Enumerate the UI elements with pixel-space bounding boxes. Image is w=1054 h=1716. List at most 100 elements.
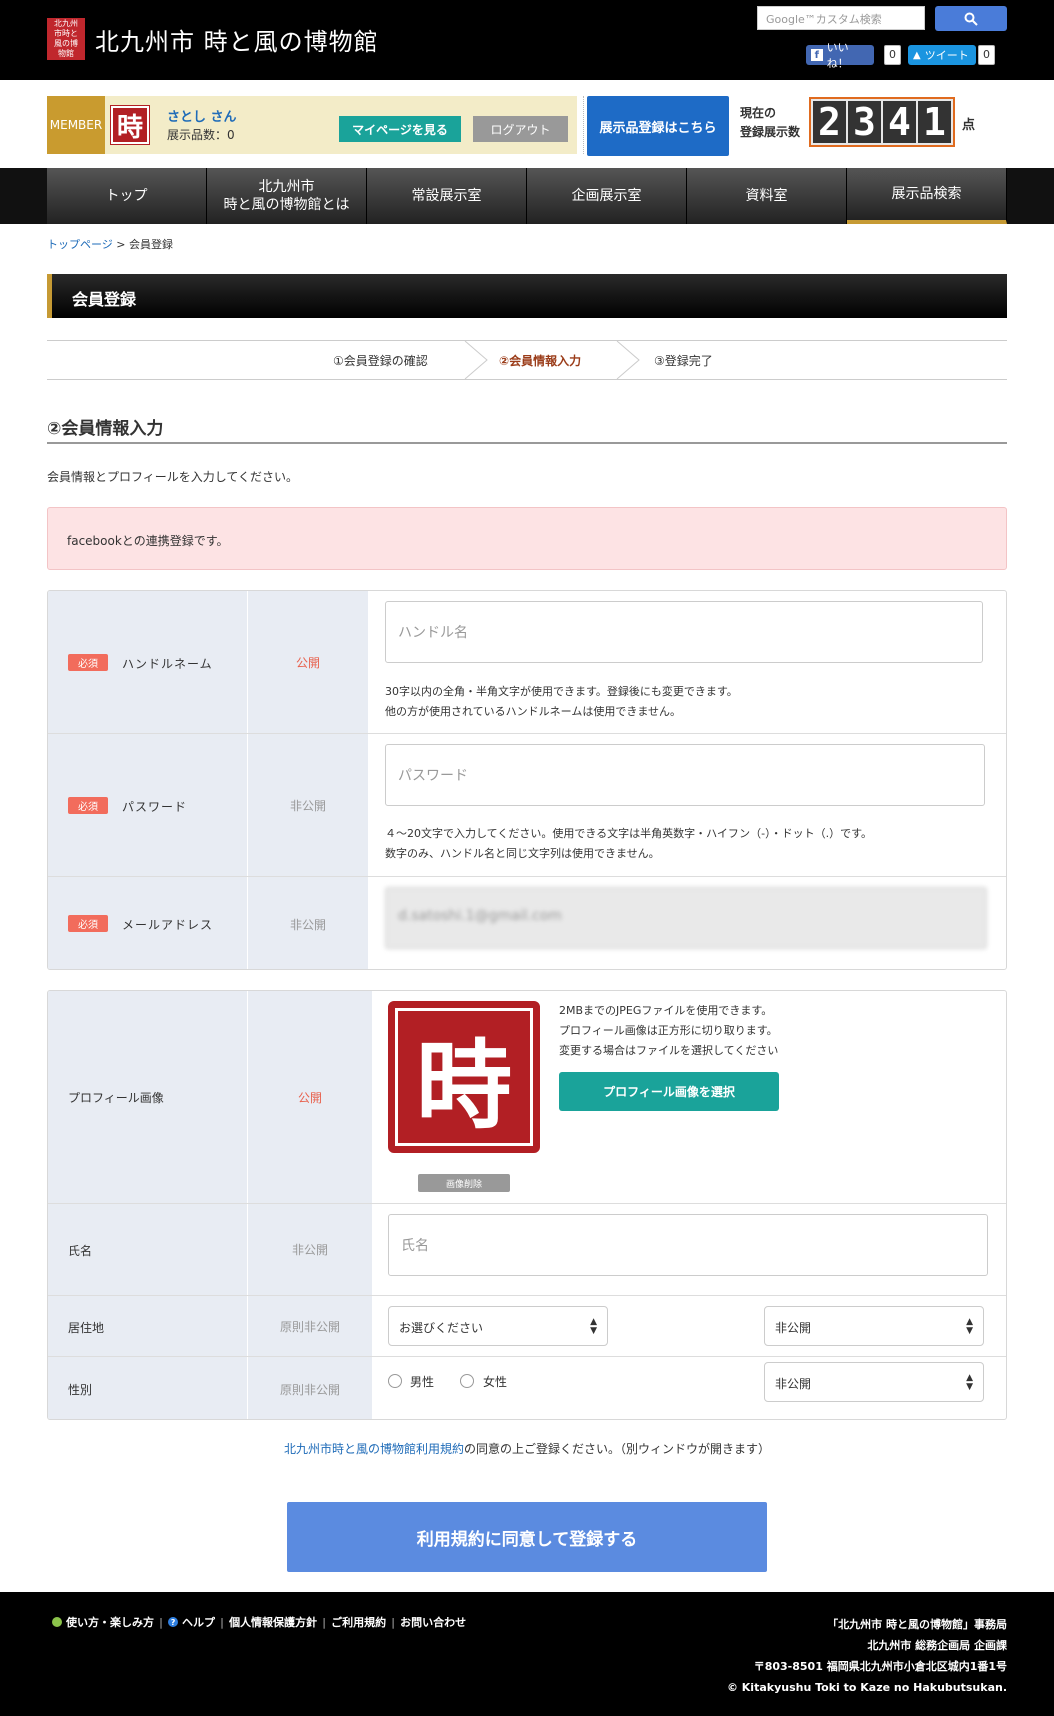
select-arrows-icon: ▲ ▼ — [966, 1373, 973, 1392]
breadcrumb-sep: > — [116, 238, 126, 251]
step-complete: ③登録完了 — [654, 353, 713, 368]
member-tag: MEMBER — [47, 96, 105, 154]
footer-link-contact[interactable]: お問い合わせ — [400, 1614, 466, 1630]
search-icon — [964, 12, 978, 26]
counter-digit: 2 — [813, 100, 846, 144]
handle-help: 30字以内の全角・半角文字が使用できます。登録後にも変更できます。 他の方が使用… — [385, 685, 738, 718]
breadcrumb-home[interactable]: トップページ — [47, 238, 113, 251]
counter-digit: 1 — [918, 100, 951, 144]
search-input[interactable]: Google™カスタム検索 — [757, 6, 925, 30]
step-chevron — [464, 341, 488, 379]
password-input[interactable]: パスワード — [385, 744, 985, 806]
main-nav: トップ 北九州市 時と風の博物館とは 常設展示室 企画展示室 資料室 展示品検索 — [0, 168, 1054, 224]
gender-female-label: 女性 — [483, 1375, 508, 1389]
facebook-like-button[interactable]: f いいね！ — [806, 41, 874, 70]
password-row: 必須 パスワード 非公開 パスワード ４～20文字で入力してください。使用できる… — [48, 734, 1006, 877]
step-indicator: ①会員登録の確認 ②会員情報入力 ③登録完了 — [47, 340, 1007, 380]
footer-link-help[interactable]: ヘルプ — [182, 1614, 215, 1630]
required-badge: 必須 — [68, 915, 108, 932]
breadcrumb: トップページ > 会員登録 — [47, 236, 173, 252]
required-badge: 必須 — [68, 654, 108, 671]
visibility-label: 原則非公開 — [248, 1296, 372, 1356]
facebook-like-label: いいね！ — [826, 41, 849, 70]
name-label: 氏名 — [68, 1244, 93, 1258]
page-title-bar: 会員登録 — [47, 274, 1007, 318]
member-bar: MEMBER 時 さとし さん 展示品数：0 マイページを見る ログアウト — [47, 96, 577, 154]
divider — [583, 96, 584, 154]
footer-link-terms[interactable]: ご利用規約 — [331, 1614, 386, 1630]
profile-image-label: プロフィール画像 — [68, 1091, 164, 1105]
search-button[interactable] — [935, 6, 1007, 31]
gender-label: 性別 — [68, 1383, 93, 1397]
logout-button[interactable]: ログアウト — [473, 116, 568, 142]
email-field: d.satoshi.1@gmail.com — [385, 887, 987, 949]
select-arrows-icon: ▲ ▼ — [966, 1317, 973, 1336]
member-exhibit-count: 展示品数：0 — [167, 128, 235, 142]
profile-help: 2MBまでのJPEGファイルを使用できます。 プロフィール画像は正方形に切り取り… — [559, 1004, 779, 1057]
visibility-label: 公開 — [248, 991, 372, 1203]
name-input[interactable]: 氏名 — [388, 1214, 988, 1276]
visibility-label: 非公開 — [248, 877, 368, 969]
counter-digit: 3 — [848, 100, 881, 144]
profile-image: 時 — [388, 1001, 540, 1153]
gender-male-radio[interactable] — [388, 1374, 402, 1388]
gender-male-label: 男性 — [410, 1375, 435, 1389]
handle-input[interactable]: ハンドル名 — [385, 601, 983, 663]
submit-button[interactable]: 利用規約に同意して登録する — [287, 1502, 767, 1572]
visibility-label: 原則非公開 — [248, 1357, 372, 1419]
exhibit-register-button[interactable]: 展示品登録はこちら — [587, 96, 729, 156]
site-title[interactable]: 北九州市 時と風の博物館 — [95, 22, 379, 57]
terms-text: 北九州市時と風の博物館利用規約の同意の上ご登録ください。（別ウィンドウが開きます… — [283, 1442, 771, 1456]
nav-about[interactable]: 北九州市 時と風の博物館とは — [207, 168, 367, 224]
password-label: パスワード — [122, 800, 188, 814]
page-title: 会員登録 — [72, 290, 137, 309]
member-name: さとし さん — [167, 110, 237, 125]
help-icon: ? — [168, 1617, 179, 1627]
nav-exhibit-search[interactable]: 展示品検索 — [847, 168, 1007, 224]
visibility-label: 非公開 — [248, 734, 368, 876]
footer-link-privacy[interactable]: 個人情報保護方針 — [229, 1614, 317, 1630]
required-badge: 必須 — [68, 797, 108, 814]
select-profile-image-button[interactable]: プロフィール画像を選択 — [559, 1072, 779, 1111]
delete-image-button[interactable]: 画像削除 — [418, 1174, 510, 1192]
residence-select[interactable]: お選びください ▲ ▼ — [388, 1306, 608, 1346]
nav-archive[interactable]: 資料室 — [687, 168, 847, 224]
tweet-count: 0 — [978, 45, 995, 65]
terms-link[interactable]: 北九州市時と風の博物館利用規約 — [284, 1442, 464, 1456]
step-confirm: ①会員登録の確認 — [333, 353, 428, 368]
gender-visibility-select[interactable]: 非公開 ▲ ▼ — [764, 1362, 984, 1402]
footer-links: 使い方・楽しみ方 | ? ヘルプ | 個人情報保護方針 | ご利用規約 | お問… — [52, 1614, 466, 1630]
facebook-like-count: 0 — [884, 45, 901, 65]
residence-label: 居住地 — [68, 1321, 105, 1335]
tweet-label: ツイート — [924, 49, 969, 62]
account-form: 必須 ハンドルネーム 公開 ハンドル名 30字以内の全角・半角文字が使用できます… — [47, 590, 1007, 970]
email-row: 必須 メールアドレス 非公開 d.satoshi.1@gmail.com — [48, 877, 1006, 969]
step-input: ②会員情報入力 — [499, 353, 582, 368]
nav-top[interactable]: トップ — [47, 168, 207, 224]
select-arrows-icon: ▲ ▼ — [590, 1317, 597, 1336]
breadcrumb-current: 会員登録 — [129, 238, 173, 251]
footer-info: 「北九州市 時と風の博物館」事務局 北九州市 総務企画局 企画課 〒803-85… — [726, 1618, 1007, 1694]
registered-count-label: 現在の 登録展示数 — [740, 106, 801, 139]
nav-special-exhibit[interactable]: 企画展示室 — [527, 168, 687, 224]
howto-icon — [52, 1617, 62, 1627]
gender-row: 性別 原則非公開 男性 女性 非公開 ▲ ▼ — [48, 1357, 1006, 1419]
nav-permanent-exhibit[interactable]: 常設展示室 — [367, 168, 527, 224]
footer-link-howto[interactable]: 使い方・楽しみ方 — [66, 1614, 154, 1630]
section-divider — [47, 442, 1007, 444]
mypage-button[interactable]: マイページを見る — [339, 116, 461, 142]
profile-image-row: プロフィール画像 公開 時 画像削除 2MBまでのJPEGファイルを使用できます… — [48, 991, 1006, 1204]
handle-label: ハンドルネーム — [122, 657, 213, 671]
handle-row: 必須 ハンドルネーム 公開 ハンドル名 30字以内の全角・半角文字が使用できます… — [48, 591, 1006, 734]
notice-box: facebookとの連携登録です。 — [47, 507, 1007, 570]
residence-visibility-select[interactable]: 非公開 ▲ ▼ — [764, 1306, 984, 1346]
twitter-bird-icon: ▲ — [913, 49, 921, 61]
counter-digit: 4 — [883, 100, 916, 144]
gender-female-radio[interactable] — [460, 1374, 474, 1388]
tweet-button[interactable]: ▲ ツイート — [908, 45, 976, 65]
password-help: ４～20文字で入力してください。使用できる文字は半角英数字・ハイフン（-）・ドッ… — [385, 827, 872, 860]
site-header: 北九州市時と風の博物館 北九州市 時と風の博物館 Google™カスタム検索 f… — [0, 0, 1054, 80]
site-logo[interactable]: 北九州市時と風の博物館 — [47, 18, 85, 60]
counter-unit: 点 — [962, 118, 976, 133]
residence-row: 居住地 原則非公開 お選びください ▲ ▼ 非公開 ▲ ▼ — [48, 1296, 1006, 1357]
